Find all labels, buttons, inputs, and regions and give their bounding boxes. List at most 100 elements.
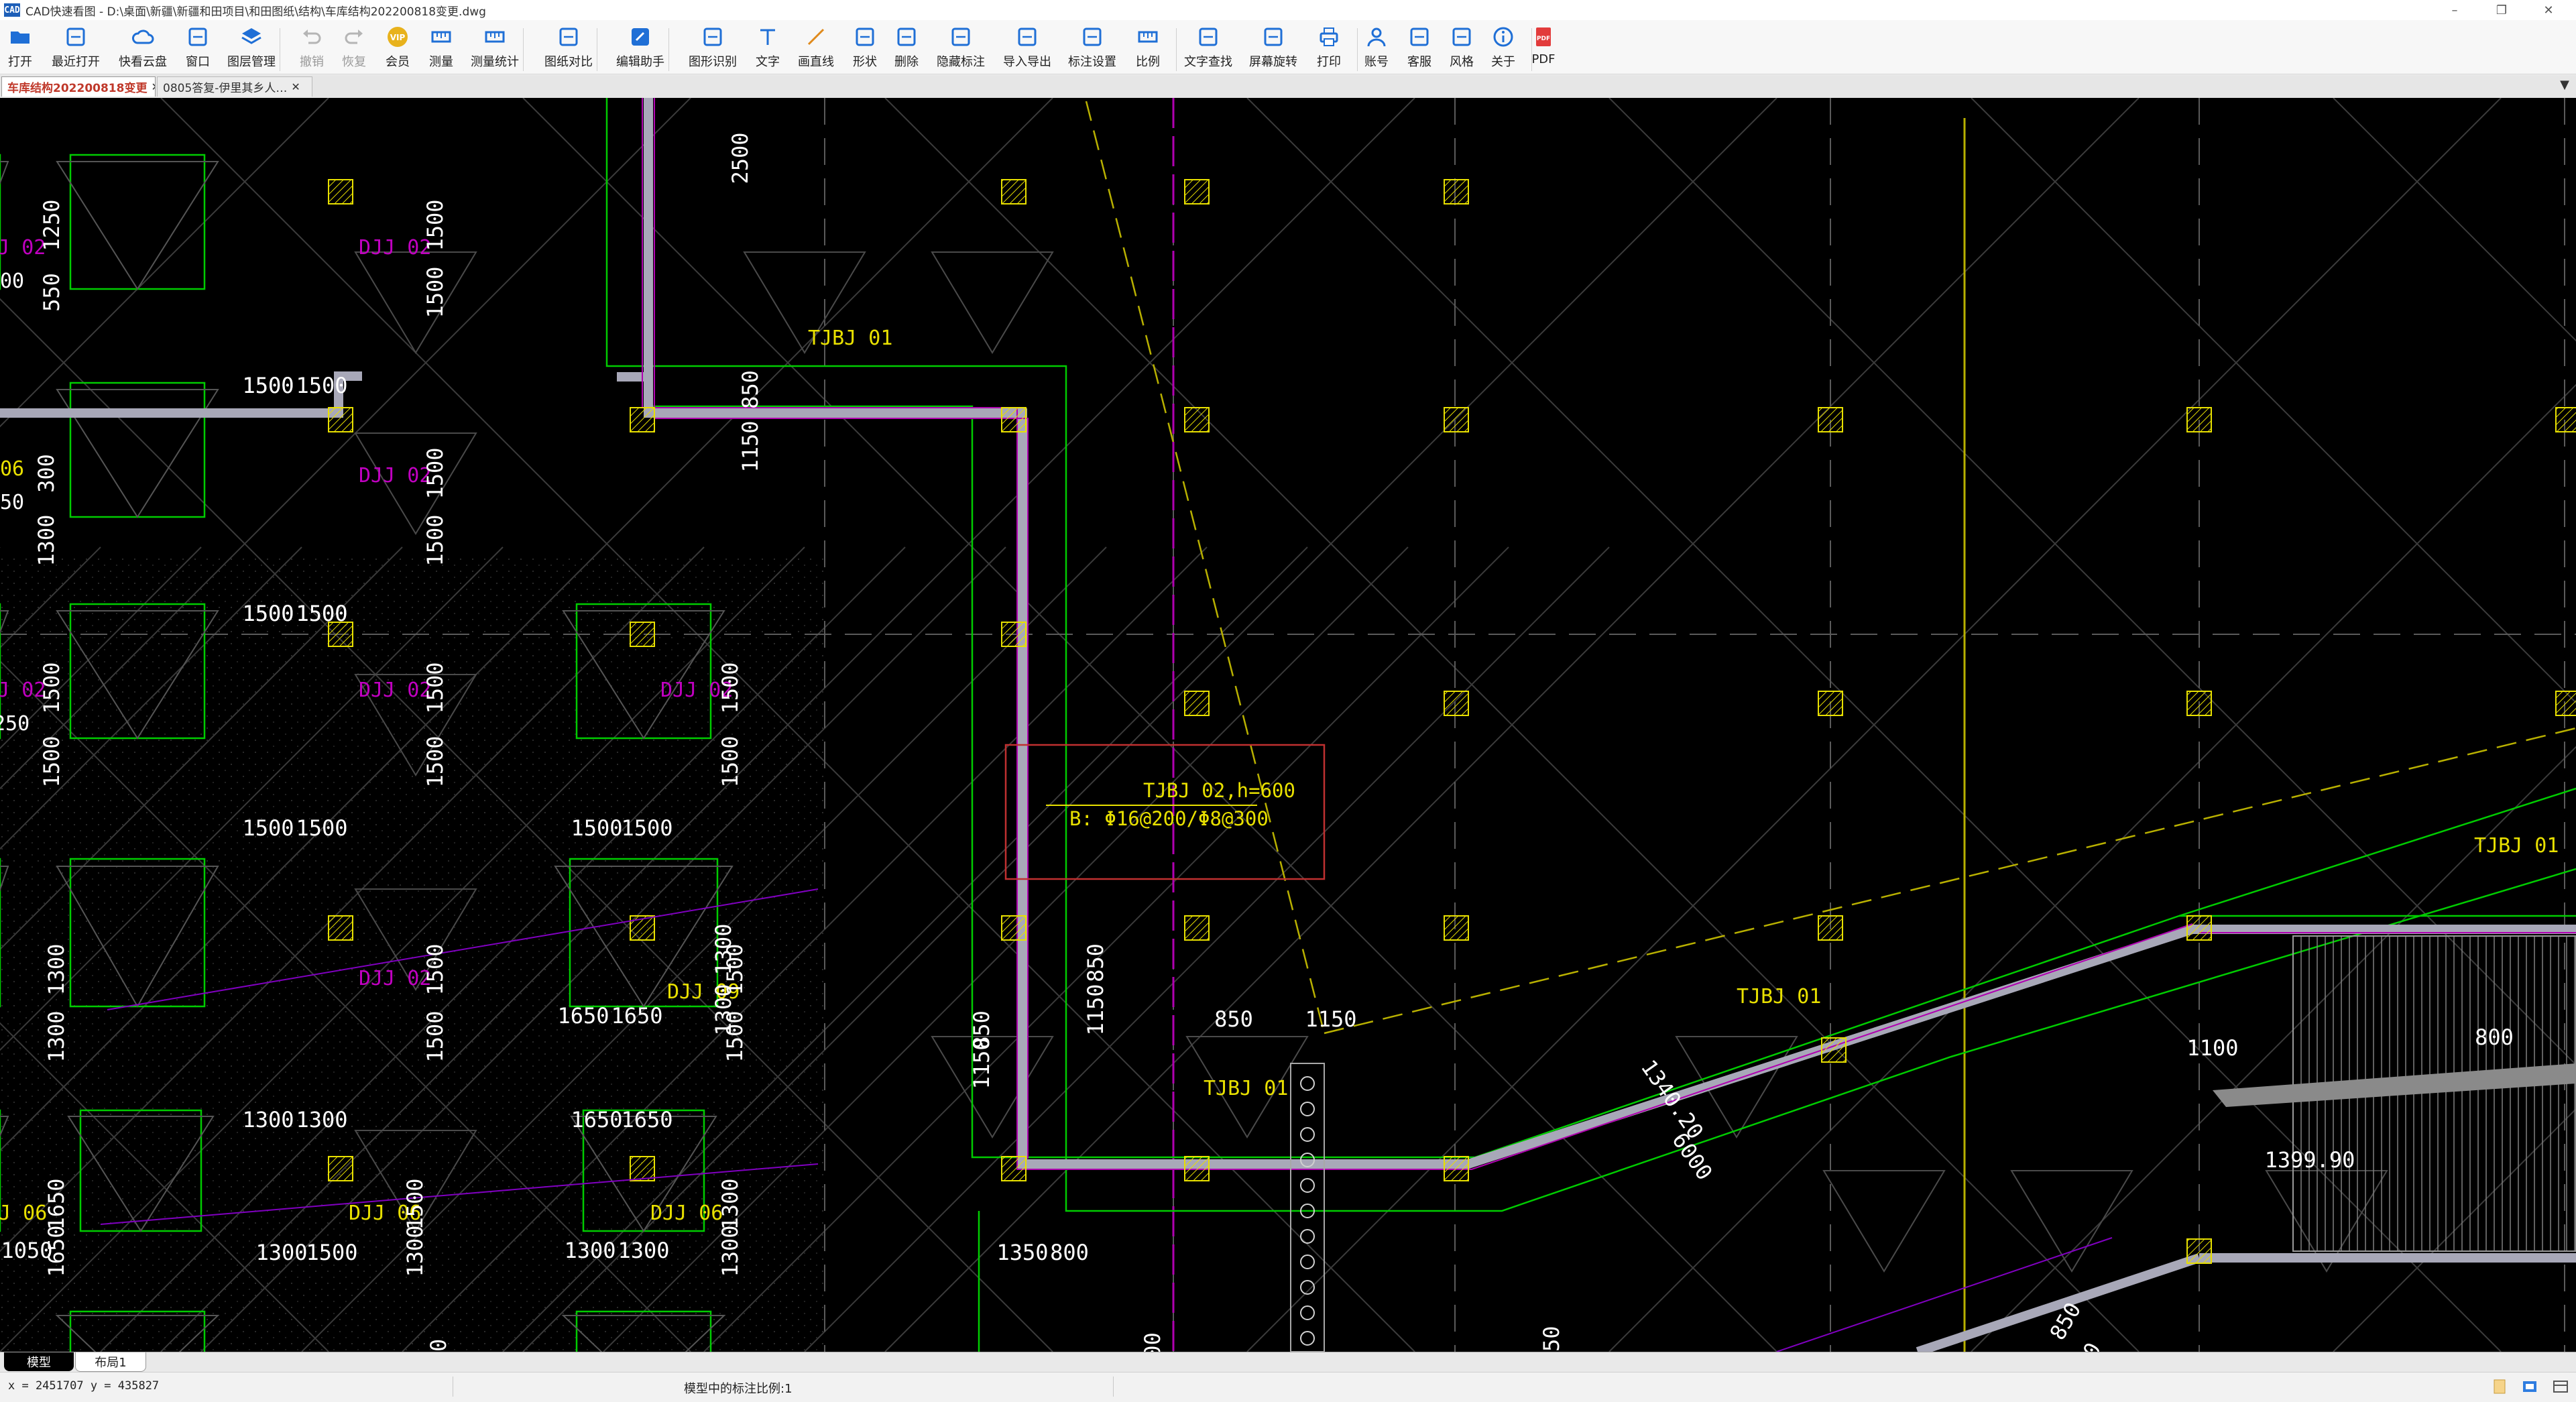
close-icon[interactable]: ✕ xyxy=(291,80,300,93)
toolbar-window-button[interactable]: 窗口 xyxy=(171,25,225,70)
toolbar-label: 恢复 xyxy=(342,55,366,69)
dimension-label: 300 xyxy=(1140,1332,1165,1352)
tab-second-document[interactable]: 0805答复-伊里其乡人… ✕ xyxy=(157,76,312,97)
pile-circle xyxy=(1300,1127,1315,1142)
toolbar-measure-stats-button[interactable]: 测量统计 xyxy=(468,25,522,70)
tab-model[interactable]: 模型 xyxy=(4,1352,74,1371)
dimension-label: 1500 xyxy=(39,736,64,787)
dimension-label: 1500 xyxy=(242,373,294,398)
footing-triangle xyxy=(56,161,219,290)
column-marker xyxy=(1444,407,1469,432)
toolbar-text-search-button[interactable]: 文字查找 xyxy=(1181,25,1235,70)
column-marker xyxy=(630,1156,655,1181)
dimension-label: 2500 xyxy=(727,132,753,184)
panel-icon[interactable] xyxy=(2552,1378,2569,1395)
drawing-canvas[interactable]: TJBJ 01 TJBJ 01 TJBJ 01 TJBJ 01 TJBJ 02,… xyxy=(0,98,2576,1352)
close-window-button[interactable]: ✕ xyxy=(2525,0,2572,20)
dimension-label: 1340.20 xyxy=(1636,1055,1708,1144)
app-logo-icon: CAD xyxy=(4,3,20,17)
toolbar-label: 隐藏标注 xyxy=(937,55,985,69)
column-marker xyxy=(1184,915,1210,941)
window-title: CAD快速看图 - D:\桌面\新疆\新疆和田项目\和田图纸\结构\车库结构20… xyxy=(25,5,486,19)
window-icon xyxy=(188,27,207,46)
toolbar-annotation-settings-button[interactable]: 标注设置 xyxy=(1065,25,1119,70)
pile-circle xyxy=(1300,1331,1315,1346)
toolbar-label: 编辑助手 xyxy=(616,55,664,69)
column-marker xyxy=(1184,179,1210,205)
headset-icon xyxy=(1410,27,1429,46)
dimension-label: 550 xyxy=(39,273,64,312)
grid-line xyxy=(1608,384,2576,1352)
import-export-icon xyxy=(1018,27,1037,46)
toolbar: 打开 最近打开 快看云盘 窗口 图层管理 撤销 恢复 VIP 会员 测量 测量统计 图纸对比 编辑助手 图… xyxy=(0,20,2576,74)
toolbar-label: 打开 xyxy=(8,55,32,69)
dimension-label: 1500 xyxy=(296,815,347,841)
cad-drawing[interactable]: TJBJ 01 TJBJ 01 TJBJ 01 TJBJ 01 TJBJ 02,… xyxy=(0,98,2576,1352)
label-tjbj01: TJBJ 01 xyxy=(1204,1077,1288,1100)
dimension-label: 1650 xyxy=(621,1107,672,1132)
toolbar-label: 打印 xyxy=(1317,55,1341,69)
pile-circle xyxy=(1300,1254,1315,1269)
restore-button[interactable]: ❐ xyxy=(2478,0,2525,20)
column-marker xyxy=(1444,1156,1469,1181)
toolbar-label: 测量 xyxy=(429,55,453,69)
dimension-label: 850 xyxy=(1083,943,1108,982)
document-icon[interactable] xyxy=(2491,1378,2508,1395)
column-marker xyxy=(1444,915,1469,941)
pdf-export-icon[interactable] xyxy=(2521,1378,2538,1395)
toolbar-hide-annotation-button[interactable]: 隐藏标注 xyxy=(934,25,988,70)
toolbar-recent-clock-button[interactable]: 最近打开 xyxy=(49,25,103,70)
toolbar-label: 撤销 xyxy=(300,55,324,69)
toolbar-measure-button[interactable]: 测量 xyxy=(414,25,468,70)
chevron-down-icon[interactable]: ▼ xyxy=(2560,78,2569,92)
toolbar-eraser-button[interactable]: 删除 xyxy=(880,25,933,70)
toolbar-compare-button[interactable]: 图纸对比 xyxy=(542,25,595,70)
pile-circle xyxy=(1300,1076,1315,1091)
divider xyxy=(1113,1377,1114,1397)
toolbar-cloud-button[interactable]: 快看云盘 xyxy=(116,25,170,70)
dimension-label: 1150 xyxy=(738,420,763,472)
pdf-icon: PDF xyxy=(1536,27,1551,46)
toolbar-scale-button[interactable]: 比例 xyxy=(1121,25,1175,70)
pile-triangle xyxy=(1822,1170,1946,1273)
grid-line xyxy=(1608,98,2576,1066)
label-tjbj01: TJBJ 01 xyxy=(1737,985,1821,1008)
toolbar-label: 测量统计 xyxy=(471,55,519,69)
dimension-label: 1500 xyxy=(242,815,294,841)
toolbar-divider xyxy=(1176,28,1177,71)
toolbar-print-button[interactable]: 打印 xyxy=(1302,25,1356,70)
hide-annotation-icon xyxy=(951,27,970,46)
dimension-label: 1500 xyxy=(422,662,448,713)
close-icon[interactable]: ✕ xyxy=(151,80,155,93)
minimize-button[interactable]: – xyxy=(2431,0,2478,20)
toolbar-pdf-button[interactable]: PDF PDF xyxy=(1517,25,1570,66)
dimension-label: 50 xyxy=(426,1339,451,1352)
toolbar-label: 形状 xyxy=(853,55,877,69)
dimension-label: 1300 xyxy=(242,1107,294,1132)
label-tjbj01: TJBJ 01 xyxy=(808,327,892,350)
tab-layout1[interactable]: 布局1 xyxy=(75,1352,146,1372)
svg-text:VIP: VIP xyxy=(390,33,406,42)
vip-icon: VIP xyxy=(388,27,408,47)
dimension-label: 1650 xyxy=(571,1107,622,1132)
label-tjbj02: TJBJ 02,h=600 xyxy=(1143,779,1295,802)
toolbar-edit-assistant-button[interactable]: 编辑助手 xyxy=(613,25,667,70)
toolbar-line-button[interactable]: 画直线 xyxy=(789,25,843,70)
toolbar-layers-button[interactable]: 图层管理 xyxy=(225,25,278,70)
column-marker xyxy=(1818,915,1843,941)
toolbar-open-folder-button[interactable]: 打开 xyxy=(0,25,47,70)
info-icon xyxy=(1493,27,1513,47)
tab-active-document[interactable]: 车库结构202200818变更 ✕ xyxy=(1,76,156,97)
dimension-label: 1150 xyxy=(1305,1006,1356,1032)
toolbar-shape-recognize-button[interactable]: 图形识别 xyxy=(686,25,740,70)
print-icon xyxy=(1320,27,1338,46)
dimension-label: 1399.90 xyxy=(2265,1147,2355,1173)
dimension-label: 1500 xyxy=(571,815,622,841)
screen-rotate-icon xyxy=(1264,27,1283,46)
toolbar-text-button[interactable]: 文字 xyxy=(741,25,795,70)
text-search-icon xyxy=(1199,27,1218,46)
toolbar-import-export-button[interactable]: 导入导出 xyxy=(1000,25,1054,70)
dimension-label: 1500 xyxy=(306,1240,357,1265)
toolbar-screen-rotate-button[interactable]: 屏幕旋转 xyxy=(1246,25,1300,70)
dimension-label: 1500 xyxy=(296,373,347,398)
